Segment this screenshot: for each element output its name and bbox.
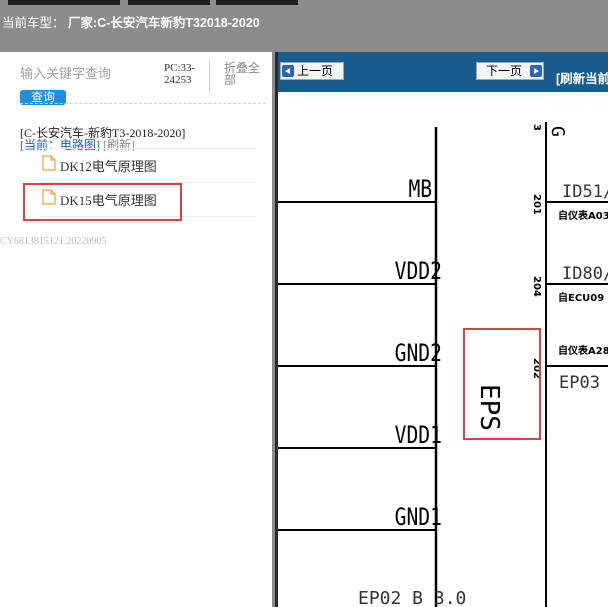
vehicle-header-bar: 当前车型： 厂家:C-长安汽车新豹T32018-2020: [0, 0, 608, 52]
ref-label: EP03: [559, 373, 600, 393]
left-panel: 查询 PC:33-24253 折叠全部 [C-长安汽车-新豹T3-2018-20…: [0, 52, 272, 607]
window-tabs: [0, 0, 608, 6]
collapse-all-link[interactable]: 折叠全部: [224, 62, 264, 86]
prev-page-label: 上一页: [297, 64, 334, 78]
diagram-viewer: 上一页 下一页 [刷新当前 MB VDD2 GND2 VDD1 GND1 EPS…: [278, 52, 608, 607]
wiring-diagram[interactable]: MB VDD2 GND2 VDD1 GND1 EPS 3 201 204 202…: [278, 92, 608, 607]
document-icon: [42, 155, 56, 171]
wire-number: 204: [531, 276, 542, 297]
ref-label: 自仪表A03: [558, 209, 608, 222]
ref-label: G: [547, 126, 568, 137]
pc-code: PC:33-24253: [164, 62, 210, 94]
highlight-box: [23, 183, 182, 221]
tab-2[interactable]: [128, 0, 210, 5]
pin-label: VDD1: [395, 422, 442, 449]
arrow-right-icon: [530, 65, 542, 77]
divider: [20, 103, 266, 104]
refresh-current-link[interactable]: [刷新当前: [556, 68, 608, 87]
ref-label: 自仪表A28: [558, 344, 608, 357]
viewer-toolbar: 上一页 下一页 [刷新当前: [278, 52, 608, 92]
prev-page-button[interactable]: 上一页: [280, 62, 344, 80]
tree-item-dk12[interactable]: DK12电气原理图: [40, 148, 256, 178]
pin-label: MB: [408, 176, 432, 203]
search-box: 查询: [20, 64, 160, 108]
pin-label: GND1: [395, 504, 442, 531]
wire-number: 201: [531, 194, 542, 215]
tab-1[interactable]: [8, 0, 120, 5]
pin-label: GND2: [395, 340, 442, 367]
current-vehicle: 当前车型： 厂家:C-长安汽车新豹T32018-2020: [2, 12, 260, 31]
ref-label: 自ECU09 C: [558, 291, 608, 304]
next-page-button[interactable]: 下一页: [476, 62, 544, 80]
pin-label: VDD2: [395, 258, 442, 285]
arrow-left-icon: [282, 65, 294, 77]
bottom-label: EP02 B 3.0: [358, 588, 466, 607]
wire-number: 3: [531, 124, 542, 131]
highlight-box: [463, 328, 541, 440]
build-id: CY6813815121.20220905: [0, 236, 107, 247]
ref-label: ID51/: [562, 182, 608, 202]
vehicle-value: 厂家:C-长安汽车新豹T32018-2020: [68, 16, 260, 30]
tab-3[interactable]: [216, 0, 298, 5]
next-page-label: 下一页: [486, 64, 523, 78]
search-input[interactable]: [20, 64, 145, 82]
tree-item-label: DK12电气原理图: [60, 159, 157, 174]
ref-label: ID80/: [562, 264, 608, 284]
vehicle-label: 当前车型：: [2, 16, 65, 30]
